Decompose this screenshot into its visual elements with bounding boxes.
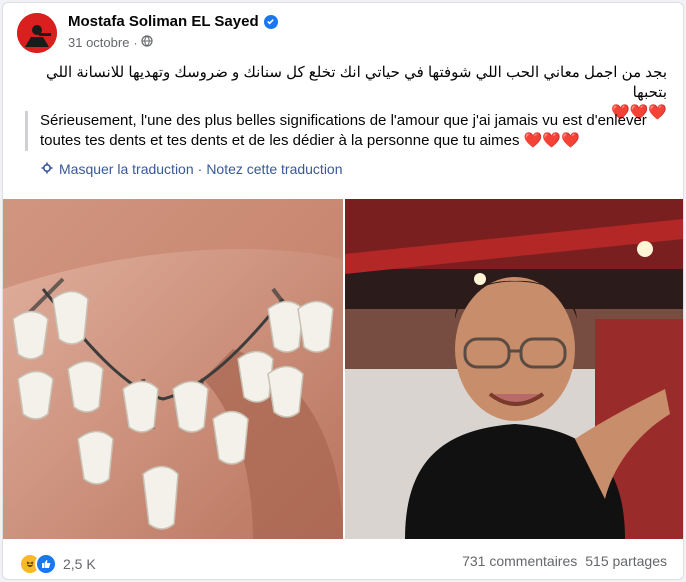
globe-icon[interactable] bbox=[141, 35, 154, 50]
link-separator: · bbox=[197, 161, 203, 177]
like-reaction-icon bbox=[35, 553, 57, 575]
comments-count[interactable]: 731 commentaires bbox=[462, 553, 577, 569]
translation-hearts: ❤️❤️❤️ bbox=[523, 132, 580, 149]
author-name-text[interactable]: Mostafa Soliman EL Sayed bbox=[68, 13, 259, 30]
reactions-summary[interactable]: 2,5 K bbox=[19, 553, 96, 575]
gear-icon bbox=[41, 162, 53, 177]
shares-count[interactable]: 515 partages bbox=[585, 553, 667, 569]
hide-translation-link[interactable]: Masquer la traduction bbox=[59, 161, 194, 177]
arabic-text: بجد من اجمل معاني الحب اللي شوفتها في حي… bbox=[45, 64, 667, 101]
author-name[interactable]: Mostafa Soliman EL Sayed bbox=[68, 13, 278, 30]
post-image-teeth-necklace[interactable] bbox=[3, 199, 343, 539]
translation-block: Sérieusement, l'une des plus belles sign… bbox=[25, 111, 680, 151]
post-date[interactable]: 31 octobre bbox=[68, 35, 129, 50]
facebook-post: Mostafa Soliman EL Sayed 31 octobre · بج… bbox=[2, 2, 684, 580]
post-stats: 731 commentaires 515 partages bbox=[462, 553, 667, 569]
translation-links: Masquer la traduction · Notez cette trad… bbox=[41, 161, 343, 177]
rate-translation-link[interactable]: Notez cette traduction bbox=[206, 161, 342, 177]
meta-separator: · bbox=[133, 35, 138, 50]
verified-icon bbox=[263, 14, 278, 29]
post-image-man-smiling[interactable] bbox=[345, 199, 683, 539]
avatar[interactable] bbox=[17, 13, 57, 53]
post-footer: 2,5 K 731 commentaires 515 partages bbox=[3, 539, 683, 579]
post-meta: 31 octobre · bbox=[68, 35, 154, 50]
reaction-count: 2,5 K bbox=[63, 556, 96, 572]
